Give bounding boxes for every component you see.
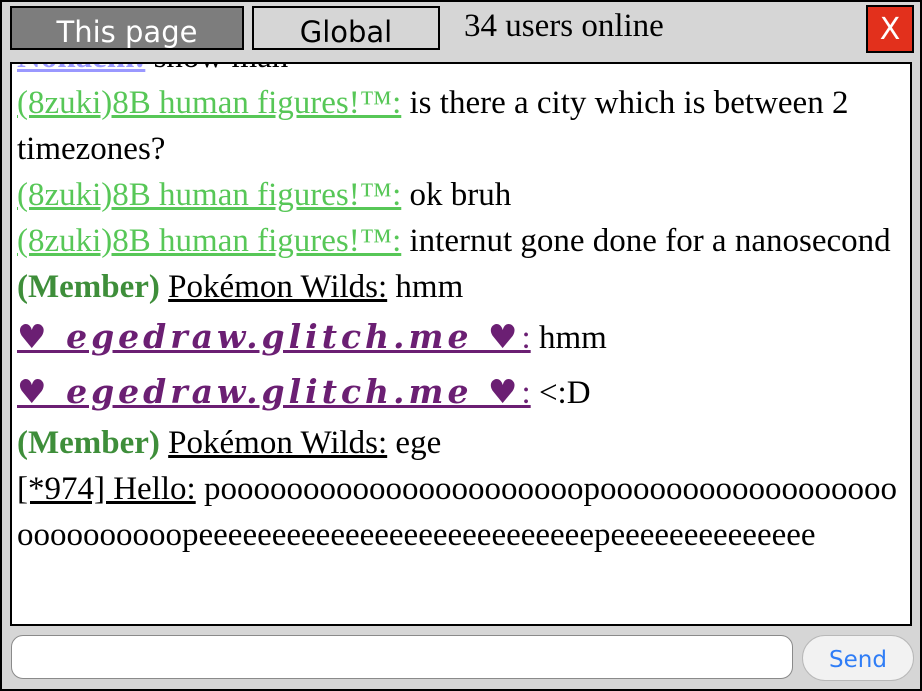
message-item: [*974] Hello: poooooooooooooooooooooopoo…: [17, 466, 906, 558]
close-button[interactable]: X: [866, 5, 914, 53]
message-username[interactable]: Pokémon Wilds:: [168, 425, 387, 461]
message-item: (Member) Pokémon Wilds: hmm: [17, 264, 906, 310]
chat-header: This page Global 34 users online X: [2, 2, 920, 62]
online-users-count: 34 users online: [464, 8, 664, 44]
message-item: (8zuki)8B human figures!™: internut gone…: [17, 218, 906, 264]
message-item: (8zuki)8B human figures!™: ok bruh: [17, 172, 906, 218]
message-item: (Member) Pokémon Wilds: ege: [17, 420, 906, 466]
message-text: internut gone done for a nanosecond: [401, 223, 891, 259]
tab-global[interactable]: Global: [252, 6, 440, 50]
message-text: hmm: [530, 320, 607, 356]
message-text: hmm: [387, 269, 464, 305]
message-input[interactable]: [11, 635, 793, 679]
member-rank-badge: (Member): [17, 269, 160, 305]
message-list-content: Nonaem: snow man (8zuki)8B human figures…: [17, 64, 906, 558]
message-username[interactable]: ♥ egedraw.glitch.me ♥:: [17, 372, 531, 411]
message-text: snow man: [145, 64, 289, 75]
message-item: ♥ egedraw.glitch.me ♥: hmm: [17, 310, 906, 365]
member-rank-badge: (Member): [17, 425, 160, 461]
message-text: <:D: [530, 375, 591, 411]
username-colon: :: [521, 375, 531, 411]
message-username[interactable]: (8zuki)8B human figures!™:: [17, 223, 401, 259]
tab-this-page[interactable]: This page: [10, 6, 244, 50]
message-username[interactable]: ♥ egedraw.glitch.me ♥:: [17, 317, 531, 356]
message-username[interactable]: [*974] Hello:: [17, 471, 196, 507]
send-button[interactable]: Send: [802, 635, 914, 681]
message-username[interactable]: (8zuki)8B human figures!™:: [17, 177, 401, 213]
message-username[interactable]: Pokémon Wilds:: [168, 269, 387, 305]
chat-window: This page Global 34 users online X Nonae…: [0, 0, 922, 691]
message-text: ege: [387, 425, 442, 461]
message-item: (8zuki)8B human figures!™: is there a ci…: [17, 80, 906, 172]
username-label: ♥ egedraw.glitch.me ♥: [17, 372, 522, 411]
username-label: ♥ egedraw.glitch.me ♥: [17, 317, 522, 356]
message-username[interactable]: (8zuki)8B human figures!™:: [17, 85, 401, 121]
username-colon: :: [521, 320, 531, 356]
message-item: Nonaem: snow man: [17, 64, 906, 80]
message-list[interactable]: Nonaem: snow man (8zuki)8B human figures…: [10, 62, 912, 626]
message-text: ok bruh: [401, 177, 512, 213]
message-username[interactable]: Nonaem:: [17, 64, 145, 75]
message-item: ♥ egedraw.glitch.me ♥: <:D: [17, 365, 906, 420]
